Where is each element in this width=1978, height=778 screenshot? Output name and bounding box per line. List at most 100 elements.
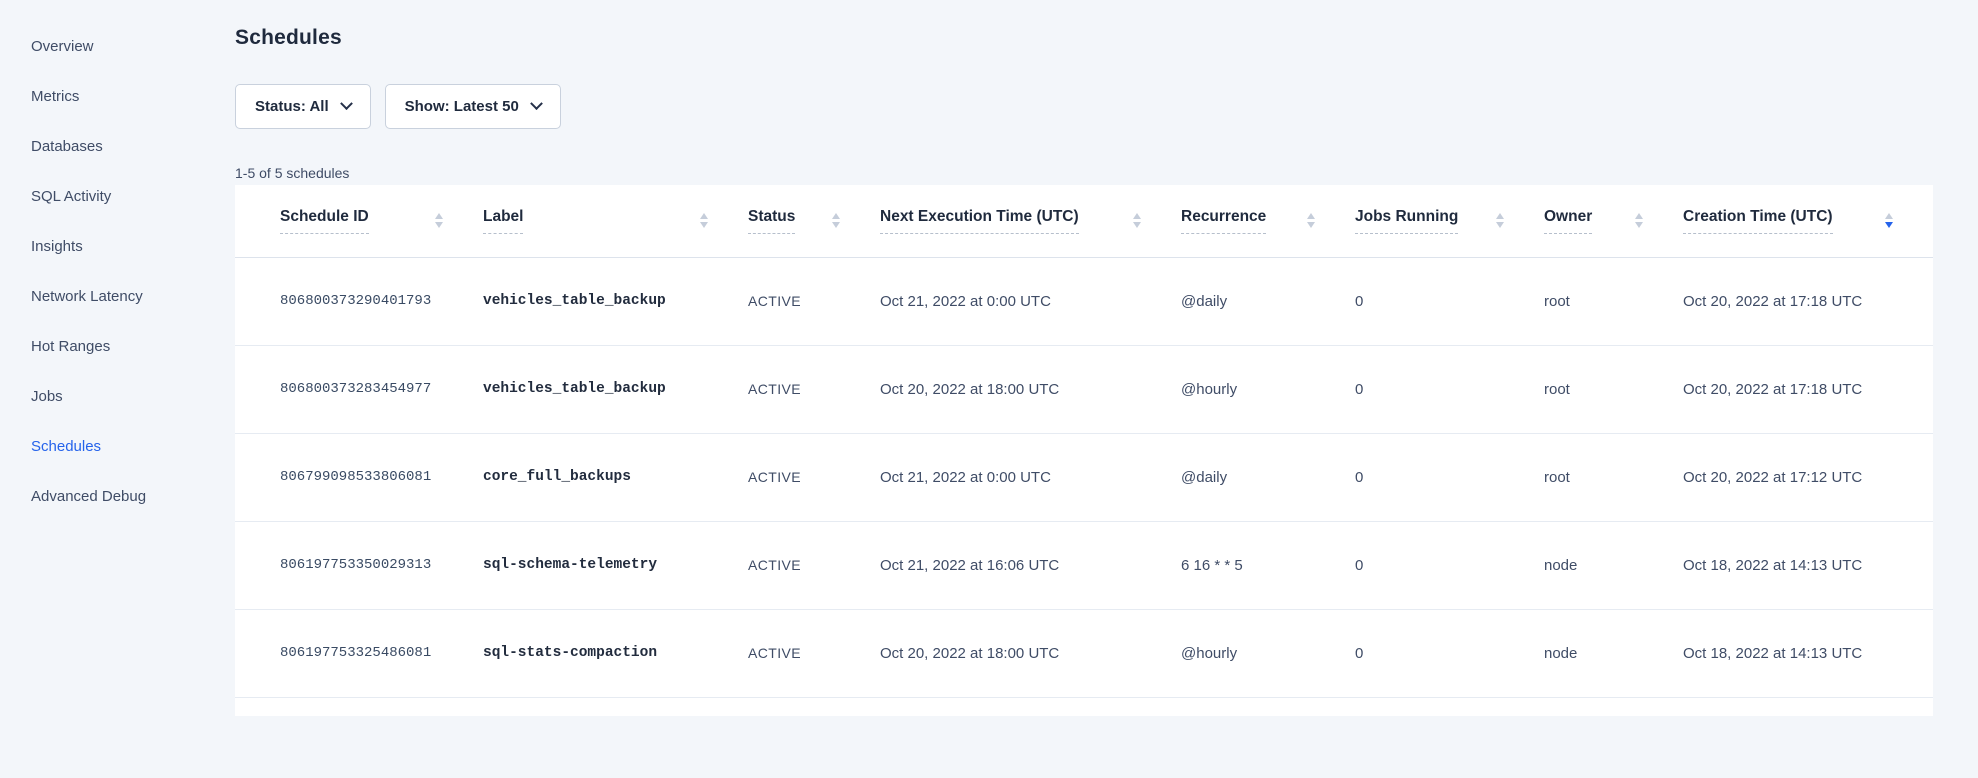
sidebar-item-databases[interactable]: Databases	[0, 121, 186, 171]
cell-owner: node	[1544, 609, 1683, 697]
sort-down-arrow-icon	[435, 222, 443, 228]
chevron-down-icon	[530, 97, 543, 110]
sidebar-item-label: Advanced Debug	[31, 488, 146, 505]
cell-label: vehicles_table_backup	[483, 345, 748, 433]
sort-up-arrow-icon	[832, 213, 840, 219]
column-header-status[interactable]: Status	[748, 185, 880, 257]
sidebar-item-schedules[interactable]: Schedules	[0, 421, 186, 471]
cell-schedule-id: 806800373290401793	[235, 257, 483, 345]
cell-creation-time: Oct 20, 2022 at 17:18 UTC	[1683, 345, 1933, 433]
sort-down-arrow-icon	[1307, 222, 1315, 228]
cell-owner: node	[1544, 521, 1683, 609]
cell-recurrence: @hourly	[1181, 609, 1355, 697]
sidebar-item-advanced-debug[interactable]: Advanced Debug	[0, 471, 186, 521]
column-header-label[interactable]: Label	[483, 185, 748, 257]
sidebar-item-hot-ranges[interactable]: Hot Ranges	[0, 321, 186, 371]
cell-recurrence: @daily	[1181, 257, 1355, 345]
sidebar-item-network-latency[interactable]: Network Latency	[0, 271, 186, 321]
sidebar-item-label: Overview	[31, 38, 94, 55]
sidebar-item-insights[interactable]: Insights	[0, 221, 186, 271]
cell-label: core_full_backups	[483, 433, 748, 521]
sidebar-item-label: Schedules	[31, 438, 101, 455]
cell-next-execution: Oct 21, 2022 at 16:06 UTC	[880, 521, 1181, 609]
sidebar-item-label: Metrics	[31, 88, 79, 105]
table-row: 806197753350029313 sql-schema-telemetry …	[235, 521, 1933, 609]
cell-next-execution: Oct 21, 2022 at 0:00 UTC	[880, 433, 1181, 521]
main-content: Schedules Status: All Show: Latest 50 1-…	[186, 0, 1978, 778]
cell-schedule-id: 806799098533806081	[235, 433, 483, 521]
sort-icon	[1885, 213, 1893, 228]
cell-creation-time: Oct 18, 2022 at 14:13 UTC	[1683, 609, 1933, 697]
cell-label: sql-stats-compaction	[483, 609, 748, 697]
sort-icon	[700, 213, 708, 228]
sort-icon	[1133, 213, 1141, 228]
column-header-owner[interactable]: Owner	[1544, 185, 1683, 257]
sort-icon	[1635, 213, 1643, 228]
sidebar-item-label: Jobs	[31, 388, 63, 405]
cell-next-execution: Oct 20, 2022 at 18:00 UTC	[880, 345, 1181, 433]
cell-status: ACTIVE	[748, 433, 880, 521]
column-header-label: Owner	[1544, 208, 1592, 234]
table-row: 806800373283454977 vehicles_table_backup…	[235, 345, 1933, 433]
sidebar-item-label: Hot Ranges	[31, 338, 110, 355]
sort-up-arrow-icon	[1496, 213, 1504, 219]
show-filter-label: Show: Latest 50	[405, 98, 519, 115]
column-header-label: Recurrence	[1181, 208, 1266, 234]
sidebar-item-overview[interactable]: Overview	[0, 21, 186, 71]
sidebar-item-sql-activity[interactable]: SQL Activity	[0, 171, 186, 221]
cell-status: ACTIVE	[748, 257, 880, 345]
table-body: 806800373290401793 vehicles_table_backup…	[235, 257, 1933, 697]
sort-icon	[832, 213, 840, 228]
sort-up-arrow-icon	[1133, 213, 1141, 219]
sort-down-arrow-icon	[700, 222, 708, 228]
cell-jobs-running: 0	[1355, 609, 1544, 697]
cell-next-execution: Oct 20, 2022 at 18:00 UTC	[880, 609, 1181, 697]
sort-up-arrow-icon	[700, 213, 708, 219]
sort-up-arrow-icon	[1635, 213, 1643, 219]
sort-icon	[1496, 213, 1504, 228]
sidebar-item-label: Insights	[31, 238, 83, 255]
column-header-next-execution-time-utc[interactable]: Next Execution Time (UTC)	[880, 185, 1181, 257]
cell-owner: root	[1544, 345, 1683, 433]
cell-label: sql-schema-telemetry	[483, 521, 748, 609]
cell-status: ACTIVE	[748, 609, 880, 697]
sort-up-arrow-icon	[435, 213, 443, 219]
sort-down-arrow-icon	[1885, 222, 1893, 228]
column-header-creation-time-utc[interactable]: Creation Time (UTC)	[1683, 185, 1933, 257]
sort-down-arrow-icon	[832, 222, 840, 228]
schedules-table: Schedule ID Label Status Next Execution …	[235, 185, 1933, 698]
sort-icon	[1307, 213, 1315, 228]
page-title: Schedules	[235, 24, 1978, 52]
cell-jobs-running: 0	[1355, 257, 1544, 345]
status-filter-dropdown[interactable]: Status: All	[235, 84, 371, 129]
sidebar-item-metrics[interactable]: Metrics	[0, 71, 186, 121]
sort-up-arrow-icon	[1307, 213, 1315, 219]
column-header-schedule-id[interactable]: Schedule ID	[235, 185, 483, 257]
cell-creation-time: Oct 18, 2022 at 14:13 UTC	[1683, 521, 1933, 609]
table-row: 806197753325486081 sql-stats-compaction …	[235, 609, 1933, 697]
cell-schedule-id: 806197753350029313	[235, 521, 483, 609]
cell-owner: root	[1544, 433, 1683, 521]
table-row: 806799098533806081 core_full_backups ACT…	[235, 433, 1933, 521]
sidebar-nav: Overview Metrics Databases SQL Activity …	[0, 0, 186, 778]
column-header-label: Schedule ID	[280, 208, 369, 234]
sidebar-item-label: SQL Activity	[31, 188, 111, 205]
app: Overview Metrics Databases SQL Activity …	[0, 0, 1978, 778]
table-header-row: Schedule ID Label Status Next Execution …	[235, 185, 1933, 257]
sidebar-item-label: Network Latency	[31, 288, 143, 305]
cell-status: ACTIVE	[748, 345, 880, 433]
column-header-jobs-running[interactable]: Jobs Running	[1355, 185, 1544, 257]
cell-schedule-id: 806800373283454977	[235, 345, 483, 433]
column-header-recurrence[interactable]: Recurrence	[1181, 185, 1355, 257]
cell-status: ACTIVE	[748, 521, 880, 609]
cell-jobs-running: 0	[1355, 521, 1544, 609]
sidebar-item-label: Databases	[31, 138, 103, 155]
cell-jobs-running: 0	[1355, 345, 1544, 433]
sort-down-arrow-icon	[1133, 222, 1141, 228]
results-count: 1-5 of 5 schedules	[235, 165, 1978, 185]
show-filter-dropdown[interactable]: Show: Latest 50	[385, 84, 561, 129]
table-row: 806800373290401793 vehicles_table_backup…	[235, 257, 1933, 345]
column-header-label: Creation Time (UTC)	[1683, 208, 1833, 234]
sidebar-item-jobs[interactable]: Jobs	[0, 371, 186, 421]
column-header-label: Status	[748, 208, 795, 234]
